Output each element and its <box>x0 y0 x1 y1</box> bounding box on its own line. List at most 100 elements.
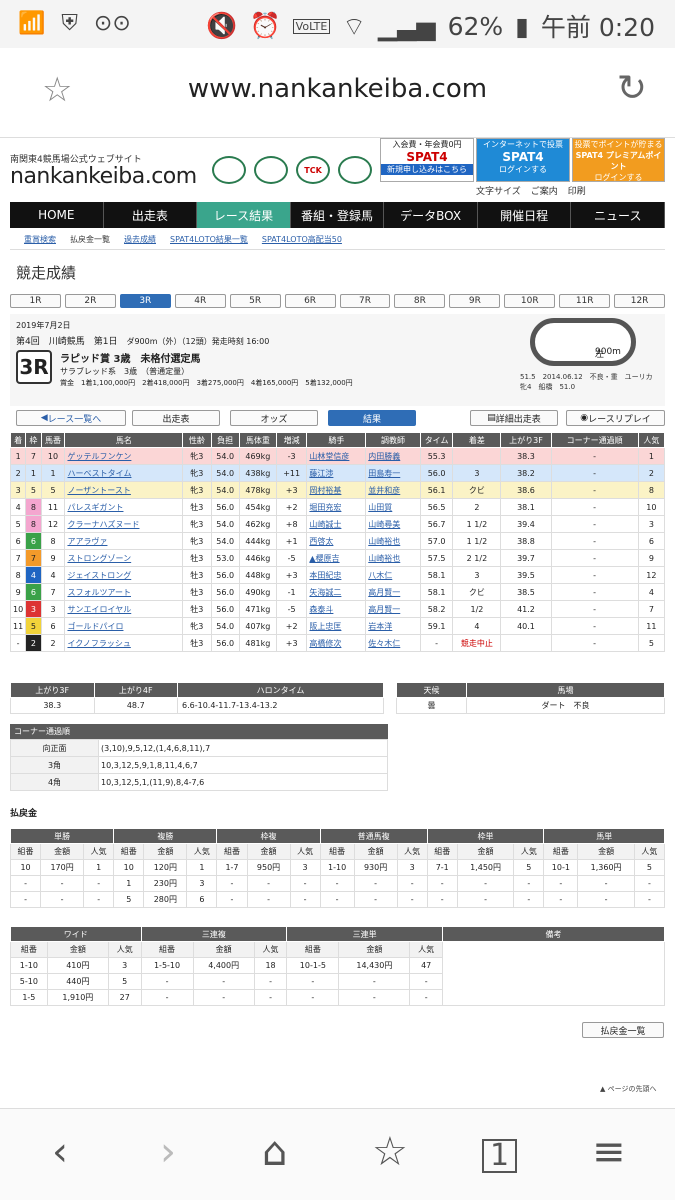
result-cell: 444kg <box>238 532 277 550</box>
result-cell[interactable]: 堀田充宏 <box>306 498 367 516</box>
race-tab[interactable]: 10R <box>504 294 556 308</box>
race-tab[interactable]: 3R <box>119 294 171 308</box>
result-cell[interactable]: ゴールドパイロ <box>64 617 184 635</box>
subnav-link[interactable]: 過去成績 <box>124 234 156 245</box>
result-cell[interactable]: スフォルツアート <box>64 583 184 601</box>
payout-list-button[interactable]: 払戻金一覧 <box>582 1022 664 1038</box>
tabs-icon[interactable]: 1 <box>482 1139 518 1173</box>
result-cell[interactable]: 山崎誠士 <box>306 515 367 533</box>
site-logo[interactable]: nankankeiba.com <box>10 164 197 189</box>
result-cell[interactable]: 八木仁 <box>365 566 421 584</box>
nav-item[interactable]: HOME <box>10 202 104 228</box>
nav-item[interactable]: 開催日程 <box>478 202 572 228</box>
menu-icon[interactable]: ≡ <box>592 1129 626 1175</box>
result-cell[interactable]: 並井和彦 <box>365 481 421 499</box>
subnav-link[interactable]: 重賞検索 <box>24 234 56 245</box>
race-tab[interactable]: 9R <box>449 294 501 308</box>
nav-item[interactable]: レース結果 <box>197 202 291 228</box>
payout-cell: 10 <box>10 859 42 876</box>
race-tab[interactable]: 4R <box>174 294 226 308</box>
result-cell[interactable]: ジェイストロング <box>64 566 184 584</box>
url-bar[interactable]: www.nankankeiba.com <box>0 74 675 104</box>
urawa-logo-icon[interactable] <box>212 156 246 184</box>
result-cell[interactable]: 山崎裕也 <box>365 549 421 567</box>
result-cell[interactable]: 山崎裕也 <box>365 532 421 550</box>
result-cell: - <box>550 566 639 584</box>
race-list-button[interactable]: ◀ レース一覧へ <box>16 410 126 426</box>
bookmarks-icon[interactable]: ☆ <box>372 1129 408 1175</box>
odds-button[interactable]: オッズ <box>230 410 318 426</box>
home-icon[interactable]: ⌂ <box>262 1129 287 1175</box>
result-cell[interactable]: ハーベストタイム <box>64 464 184 482</box>
result-cell[interactable]: ノーザントースト <box>64 481 184 499</box>
result-cell[interactable]: 高橋修次 <box>306 634 367 652</box>
spat4-vote-banner[interactable]: インターネットで投票 SPAT4 ログインする <box>476 138 570 182</box>
result-cell: 58.1 <box>419 583 454 601</box>
race-tab[interactable]: 5R <box>229 294 281 308</box>
guide-link[interactable]: ご案内 <box>531 184 558 197</box>
replay-button[interactable]: ◉ レースリプレイ <box>566 410 665 426</box>
payout-cell: - <box>409 989 443 1006</box>
race-tab[interactable]: 1R <box>10 294 61 308</box>
result-cell[interactable]: ゲッテルフンケン <box>64 447 184 465</box>
race-tab[interactable]: 12R <box>614 294 665 308</box>
result-cell[interactable]: 山田質 <box>365 498 421 516</box>
race-tab[interactable]: 11R <box>559 294 611 308</box>
font-size-link[interactable]: 文字サイズ <box>476 184 521 197</box>
subnav-link[interactable]: 払戻金一覧 <box>70 234 110 245</box>
result-cell: 490kg <box>238 583 277 601</box>
result-cell[interactable]: 山林堂信彦 <box>306 447 367 465</box>
result-cell[interactable]: パレスギガント <box>64 498 184 516</box>
payout-group-header: 枠単 <box>426 828 545 844</box>
result-cell: 56.0 <box>210 566 240 584</box>
result-cell[interactable]: イクノフラッシュ <box>64 634 184 652</box>
detail-entries-button[interactable]: ▤ 詳細出走表 <box>470 410 558 426</box>
race-tab[interactable]: 6R <box>284 294 336 308</box>
result-header: 枠 <box>25 432 42 448</box>
result-cell[interactable]: 内田勝義 <box>365 447 421 465</box>
result-cell[interactable]: 岡村裕基 <box>306 481 367 499</box>
race-tab[interactable]: 7R <box>339 294 391 308</box>
race-tab[interactable]: 8R <box>394 294 446 308</box>
subnav-link[interactable]: SPAT4LOTO結果一覧 <box>170 234 248 245</box>
result-cell[interactable]: 田島寿一 <box>365 464 421 482</box>
back-icon[interactable]: ‹ <box>52 1129 68 1175</box>
result-cell[interactable]: 高月賢一 <box>365 583 421 601</box>
result-cell: -5 <box>275 600 308 618</box>
result-cell[interactable]: 西啓太 <box>306 532 367 550</box>
spat4-signup-banner[interactable]: 入会費・年会費0円 SPAT4 新規申し込みはこちら <box>380 138 474 182</box>
nav-item[interactable]: ニュース <box>571 202 665 228</box>
racecourse-logos: TCK <box>212 156 372 184</box>
result-cell[interactable]: 矢海誠二 <box>306 583 367 601</box>
result-cell[interactable]: 藤江渉 <box>306 464 367 482</box>
result-cell[interactable]: 阪上忠匡 <box>306 617 367 635</box>
kawasaki-logo-icon[interactable] <box>338 156 372 184</box>
page-top-link[interactable]: ▲ ページの先頭へ <box>600 1084 656 1094</box>
entries-button[interactable]: 出走表 <box>132 410 220 426</box>
spat4-premium-banner[interactable]: 投票でポイントが貯まる SPAT4 プレミアムポイント ログインする <box>572 138 665 182</box>
result-cell: 牝3 <box>182 617 212 635</box>
reload-icon[interactable]: ↻ <box>617 68 647 109</box>
funabashi-logo-icon[interactable] <box>254 156 288 184</box>
result-cell[interactable]: クラーナハズヌード <box>64 515 184 533</box>
result-cell[interactable]: 佐々木仁 <box>365 634 421 652</box>
nav-item[interactable]: 番組・登録馬 <box>291 202 385 228</box>
nav-item[interactable]: 出走表 <box>104 202 198 228</box>
result-cell[interactable]: 森泰斗 <box>306 600 367 618</box>
forward-icon[interactable]: › <box>160 1129 176 1175</box>
result-cell[interactable]: 山崎尋美 <box>365 515 421 533</box>
result-cell[interactable]: サンエイロイヤル <box>64 600 184 618</box>
print-link[interactable]: 印刷 <box>568 184 586 197</box>
nav-item[interactable]: データBOX <box>384 202 478 228</box>
result-cell[interactable]: 高月賢一 <box>365 600 421 618</box>
result-cell[interactable]: ストロングゾーン <box>64 549 184 567</box>
result-cell[interactable]: アアラヴァ <box>64 532 184 550</box>
tck-logo-icon[interactable]: TCK <box>296 156 330 184</box>
result-button[interactable]: 結果 <box>328 410 416 426</box>
result-cell[interactable]: 本田紀忠 <box>306 566 367 584</box>
race-tab[interactable]: 2R <box>64 294 116 308</box>
result-cell[interactable]: 岩本洋 <box>365 617 421 635</box>
result-cell[interactable]: ▲櫻原吉 <box>306 549 367 567</box>
result-cell: 41.2 <box>500 600 552 618</box>
subnav-link[interactable]: SPAT4LOTO高配当50 <box>262 234 342 245</box>
